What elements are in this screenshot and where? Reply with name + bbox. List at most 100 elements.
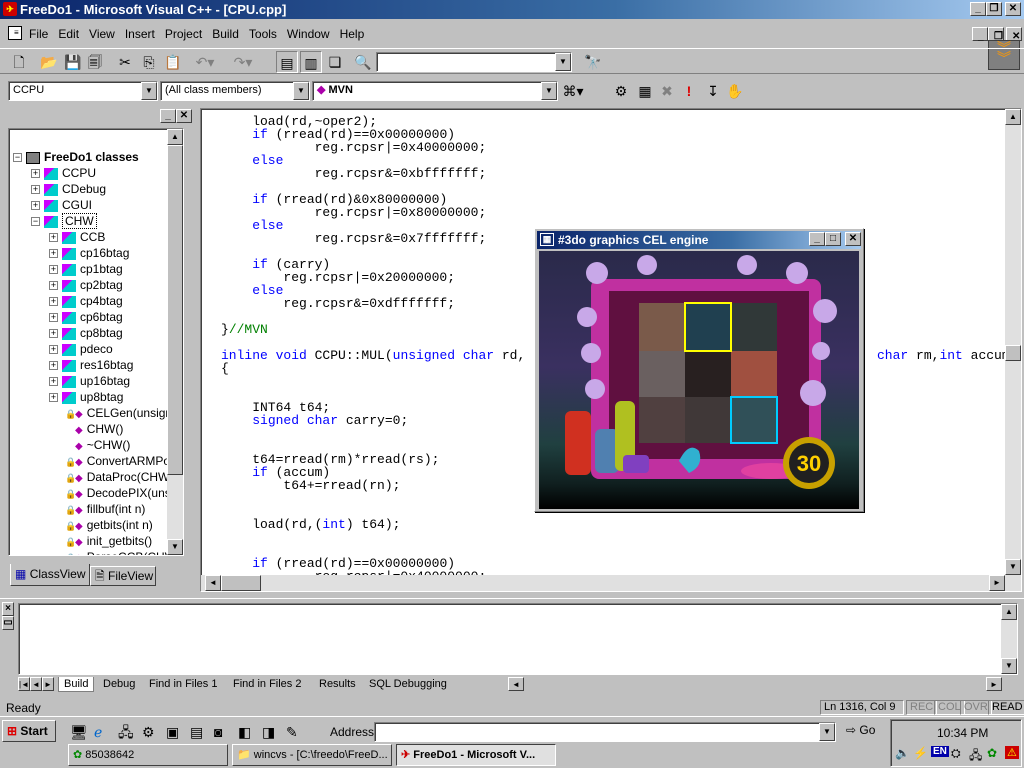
pencil-icon[interactable]: ✎ (286, 721, 298, 743)
find-combo[interactable]: ▼ (376, 52, 572, 72)
menu-project[interactable]: Project (160, 25, 207, 43)
expand-icon[interactable]: + (49, 377, 58, 387)
tree-method-item[interactable]: ◆ CHW() (65, 421, 123, 437)
close-button[interactable]: ✕ (1005, 2, 1021, 16)
app-icon-4[interactable]: ▣ (166, 721, 179, 743)
clock[interactable]: 10:34 PM (937, 726, 988, 740)
tab-find-in-files-1[interactable]: Find in Files 1 (144, 677, 222, 692)
restore-button[interactable]: ❐ (986, 2, 1002, 16)
output-vscrollbar[interactable]: ▲ ▼ (1001, 604, 1017, 674)
expand-icon[interactable]: + (31, 201, 40, 211)
editor-hscrollbar[interactable]: ◄ ► (201, 575, 1021, 591)
tree-method-item[interactable]: 🔒◆ CELGen(unsign (65, 405, 172, 421)
editor-scroll-up[interactable]: ▲ (1005, 109, 1021, 125)
tree-method-item[interactable]: 🔒◆ init_getbits() (65, 533, 152, 549)
classview-tab[interactable]: ▦ ClassView (10, 564, 90, 586)
expand-icon[interactable]: + (31, 185, 40, 195)
app-icon-7[interactable]: ◧ (238, 721, 251, 743)
workspace-close-button[interactable]: ✕ (176, 109, 192, 123)
tab-scroll-prev[interactable]: ◄ (30, 677, 42, 691)
tree-struct-item[interactable]: + cp6btag (49, 309, 123, 325)
paste-icon[interactable]: 📋 (162, 51, 184, 73)
function-combo-dropdown[interactable]: ▼ (541, 82, 557, 100)
cut-icon[interactable]: ✂ (114, 51, 136, 73)
class-combo-dropdown[interactable]: ▼ (141, 82, 157, 100)
address-input[interactable]: ▼ (374, 722, 836, 742)
language-indicator[interactable]: EN (931, 746, 949, 757)
menu-file[interactable]: File (24, 25, 53, 43)
menu-insert[interactable]: Insert (120, 25, 160, 43)
workspace-undock-button[interactable]: _ (160, 109, 176, 123)
save-icon[interactable]: 💾 (62, 51, 84, 73)
tab-build[interactable]: Build (58, 677, 95, 692)
cel-engine-window[interactable]: ▦ #3do graphics CEL engine _ □ ✕ 30 (534, 228, 864, 512)
tree-struct-item[interactable]: + pdeco (49, 341, 113, 357)
tool-icon[interactable]: ⚙ (142, 721, 155, 743)
tray-icon-4[interactable]: ⛭ (951, 746, 961, 761)
taskbar-btn-85038642[interactable]: ✿ 85038642 (68, 744, 228, 766)
editor-scroll-down[interactable]: ▼ (1005, 559, 1021, 575)
tree-method-item[interactable]: ◆ ~CHW() (65, 437, 130, 453)
address-dropdown[interactable]: ▼ (819, 723, 835, 741)
tree-class-ccpu[interactable]: + CCPU (31, 165, 96, 181)
tree-struct-item[interactable]: + cp8btag (49, 325, 123, 341)
menu-tools[interactable]: Tools (244, 25, 282, 43)
tree-struct-item[interactable]: + cp4btag (49, 293, 123, 309)
editor-scroll-thumb[interactable] (1005, 345, 1021, 361)
execute-icon[interactable]: ! (678, 80, 700, 102)
app-icon-8[interactable]: ◨ (262, 721, 275, 743)
menu-view[interactable]: View (84, 25, 120, 43)
editor-scroll-left[interactable]: ◄ (205, 575, 221, 591)
step-into-icon[interactable]: ↧ (702, 80, 724, 102)
expand-icon[interactable]: + (49, 329, 58, 339)
tree-struct-item[interactable]: + cp1btag (49, 261, 123, 277)
collapse-icon[interactable]: − (13, 153, 22, 163)
members-combo-dropdown[interactable]: ▼ (293, 82, 309, 100)
editor-vscrollbar[interactable]: ▲ ▼ (1005, 109, 1021, 575)
expand-icon[interactable]: + (49, 233, 58, 243)
tree-struct-item[interactable]: + CCB (49, 229, 105, 245)
tree-scroll-down[interactable]: ▼ (167, 539, 183, 555)
window-list-icon[interactable]: ❏ (324, 51, 346, 73)
copy-icon[interactable]: ⎘ (138, 51, 160, 73)
tab-find-in-files-2[interactable]: Find in Files 2 (228, 677, 306, 692)
output-scroll-left[interactable]: ◄ (508, 677, 524, 691)
expand-icon[interactable]: + (49, 249, 58, 259)
code-line[interactable]: signed char carry=0; (221, 414, 408, 427)
code-line[interactable]: reg.rcpsr&=0xdfffffff; (221, 297, 455, 310)
tray-icon-2[interactable]: ⚡ (913, 746, 928, 760)
network-icon[interactable]: 🖧 (118, 721, 134, 743)
volume-icon[interactable]: 🔈 (895, 746, 910, 760)
tree-struct-item[interactable]: + up16btag (49, 373, 130, 389)
menu-help[interactable]: Help (335, 25, 370, 43)
tree-method-item[interactable]: 🔒◆ DecodePIX(uns (65, 485, 171, 501)
expand-icon[interactable]: + (49, 281, 58, 291)
start-button[interactable]: ⊞ Start (2, 720, 56, 742)
tray-icon-6[interactable]: ✿ (987, 746, 997, 760)
cel-window-icon[interactable]: ▦ (540, 233, 554, 246)
tree-struct-item[interactable]: + cp16btag (49, 245, 129, 261)
ie-icon[interactable]: ℯ (94, 721, 102, 743)
cel-titlebar[interactable]: ▦ #3do graphics CEL engine _ □ ✕ (537, 231, 861, 249)
code-line[interactable]: load(rd,(int) t64); (221, 518, 400, 531)
tree-struct-item[interactable]: + res16btag (49, 357, 133, 373)
menu-window[interactable]: Window (282, 25, 335, 43)
menu-edit[interactable]: Edit (53, 25, 84, 43)
tree-scrollbar[interactable]: ▲ ▼ (167, 129, 183, 555)
undo-icon[interactable]: ↶▾ (194, 51, 216, 73)
code-line[interactable]: }//MVN (221, 323, 268, 336)
tab-scroll-first[interactable]: |◄ (18, 677, 30, 691)
taskbar-btn-wincvs[interactable]: 📁 wincvs - [C:\freedo\FreeD... (232, 744, 392, 766)
output-close-button[interactable]: ▭ (2, 616, 14, 630)
tree-class-cdebug[interactable]: + CDebug (31, 181, 106, 197)
editor-scroll-right[interactable]: ► (989, 575, 1005, 591)
tree-scroll-thumb[interactable] (167, 145, 183, 475)
doc-close-button[interactable]: ✕ (1006, 27, 1022, 42)
class-combo[interactable]: CCPU ▼ (8, 81, 158, 101)
tree-struct-item[interactable]: + cp2btag (49, 277, 123, 293)
app-icon-5[interactable]: ▤ (190, 721, 203, 743)
save-all-icon[interactable]: 🗐 (84, 51, 106, 73)
stop-build-icon[interactable]: ✖ (656, 80, 678, 102)
tree-root[interactable]: − FreeDo1 classes (13, 149, 139, 165)
expand-icon[interactable]: + (49, 297, 58, 307)
